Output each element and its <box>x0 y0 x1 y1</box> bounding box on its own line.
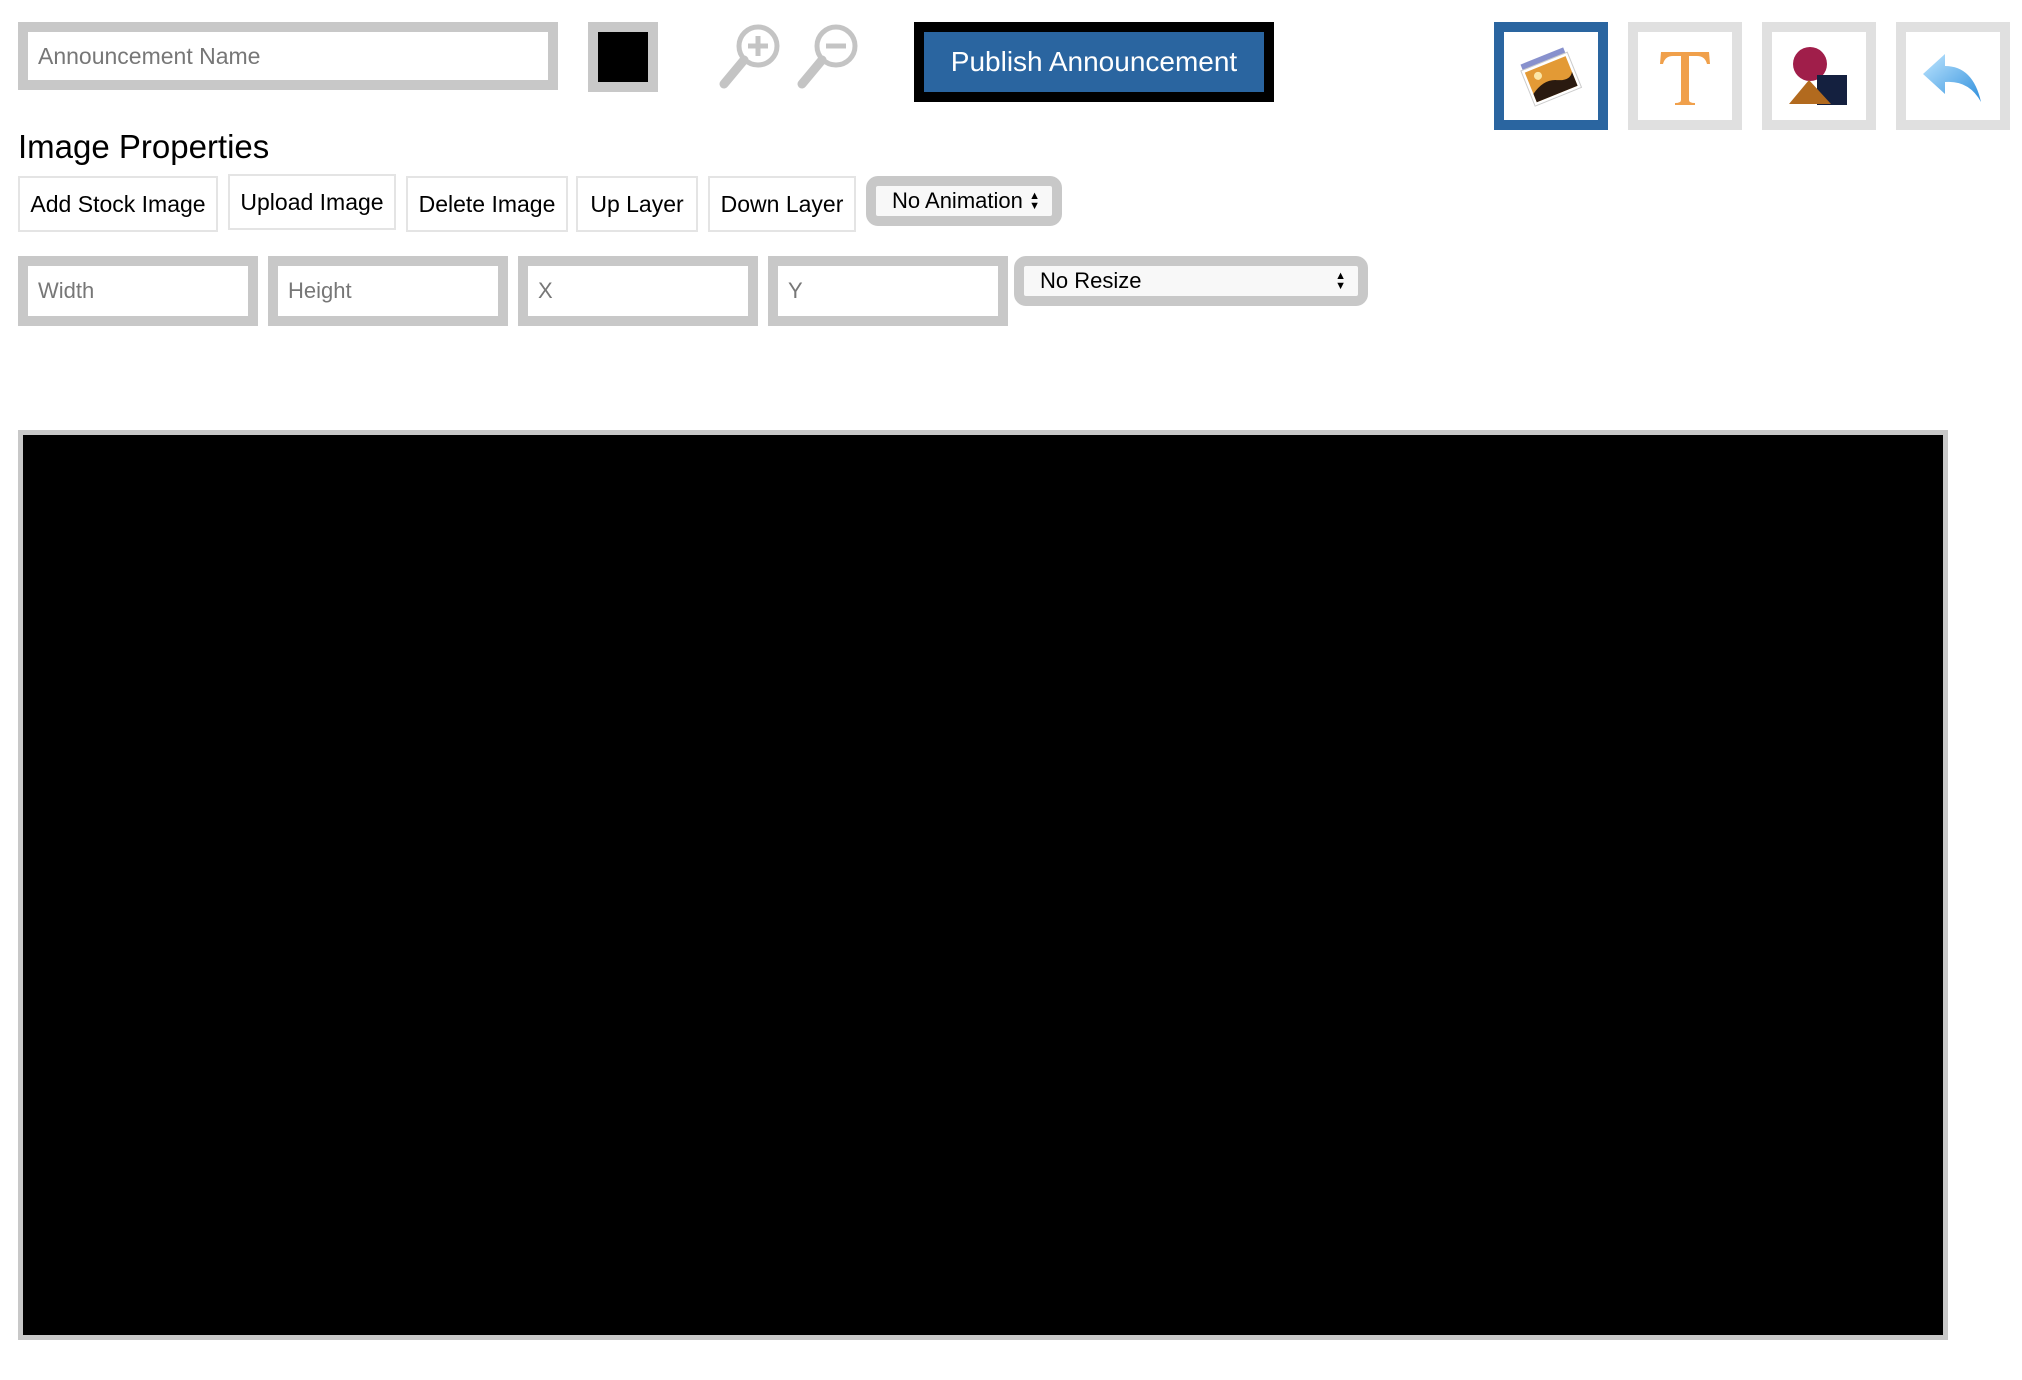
publish-announcement-button[interactable]: Publish Announcement <box>914 22 1274 102</box>
height-input[interactable] <box>268 256 508 326</box>
text-icon <box>1660 52 1710 105</box>
text-tool-button[interactable] <box>1628 22 1742 130</box>
add-stock-image-button[interactable]: Add Stock Image <box>18 176 218 232</box>
resize-select-value: No Resize <box>1040 268 1142 293</box>
zoom-out-icon[interactable] <box>792 20 862 90</box>
width-input[interactable] <box>18 256 258 326</box>
select-arrows-icon: ▲ ▼ <box>1029 190 1040 212</box>
select-arrows-icon: ▲ ▼ <box>1335 270 1346 292</box>
animation-select[interactable]: No Animation ▲ ▼ <box>866 176 1062 226</box>
announcement-name-input[interactable] <box>18 22 558 90</box>
up-layer-button[interactable]: Up Layer <box>576 176 698 232</box>
undo-tool-button[interactable] <box>1896 22 2010 130</box>
announcement-canvas[interactable] <box>18 430 1948 1340</box>
delete-image-button[interactable]: Delete Image <box>406 176 568 232</box>
shapes-icon <box>1789 47 1847 105</box>
image-icon <box>1520 47 1583 107</box>
upload-image-button[interactable]: Upload Image <box>228 174 396 230</box>
down-layer-button[interactable]: Down Layer <box>708 176 856 232</box>
undo-icon <box>1923 54 1981 102</box>
image-tool-button[interactable] <box>1494 22 1608 130</box>
background-color-swatch[interactable] <box>588 22 658 92</box>
y-input[interactable] <box>768 256 1008 326</box>
animation-select-value: No Animation <box>892 188 1023 213</box>
image-properties-title: Image Properties <box>18 128 270 165</box>
zoom-in-icon[interactable] <box>714 20 784 90</box>
x-input[interactable] <box>518 256 758 326</box>
resize-select[interactable]: No Resize ▲ ▼ <box>1014 256 1368 306</box>
shapes-tool-button[interactable] <box>1762 22 1876 130</box>
